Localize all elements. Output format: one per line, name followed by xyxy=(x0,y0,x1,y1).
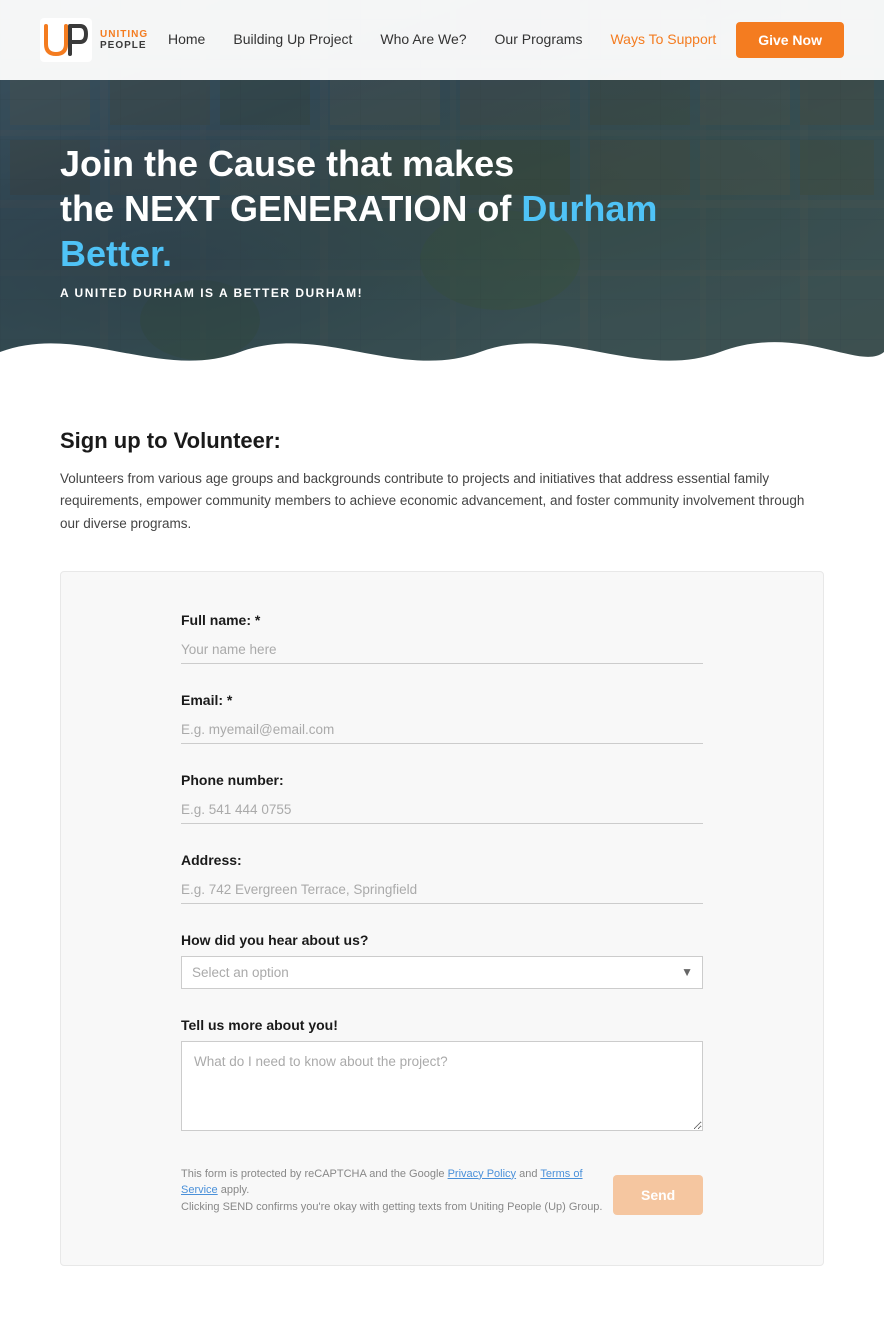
nav-links: Home Building Up Project Who Are We? Our… xyxy=(168,31,716,49)
email-label: Email: * xyxy=(181,692,703,708)
section-title: Sign up to Volunteer: xyxy=(60,428,824,454)
hear-select-wrapper: Select an option Social Media Friend/Fam… xyxy=(181,956,703,989)
logo-bottom-text: PEOPLE xyxy=(100,40,148,51)
form-footer: This form is protected by reCAPTCHA and … xyxy=(181,1166,703,1216)
address-input[interactable] xyxy=(181,876,703,904)
recaptcha-info: This form is protected by reCAPTCHA and … xyxy=(181,1166,613,1216)
nav-ways[interactable]: Ways To Support xyxy=(610,31,716,47)
nav-home[interactable]: Home xyxy=(168,31,205,47)
fullname-input[interactable] xyxy=(181,636,703,664)
email-group: Email: * xyxy=(181,692,703,744)
main-content: Sign up to Volunteer: Volunteers from va… xyxy=(0,380,884,1326)
fullname-label: Full name: * xyxy=(181,612,703,628)
tellmore-group: Tell us more about you! xyxy=(181,1017,703,1136)
nav-building[interactable]: Building Up Project xyxy=(233,31,352,47)
give-now-button[interactable]: Give Now xyxy=(736,22,844,58)
phone-label: Phone number: xyxy=(181,772,703,788)
logo[interactable]: UNITING PEOPLE xyxy=(40,18,148,62)
hero-content: Join the Cause that makes the NEXT GENER… xyxy=(60,141,660,300)
phone-group: Phone number: xyxy=(181,772,703,824)
fullname-group: Full name: * xyxy=(181,612,703,664)
nav-who[interactable]: Who Are We? xyxy=(380,31,466,47)
address-group: Address: xyxy=(181,852,703,904)
privacy-policy-link[interactable]: Privacy Policy xyxy=(448,1168,516,1180)
navigation: UNITING PEOPLE Home Building Up Project … xyxy=(0,0,884,80)
hero-subtitle: A United Durham is a Better Durham! xyxy=(60,286,660,300)
phone-input[interactable] xyxy=(181,796,703,824)
hear-select[interactable]: Select an option Social Media Friend/Fam… xyxy=(181,956,703,989)
address-label: Address: xyxy=(181,852,703,868)
tellmore-textarea[interactable] xyxy=(181,1041,703,1131)
hear-group: How did you hear about us? Select an opt… xyxy=(181,932,703,989)
send-button[interactable]: Send xyxy=(613,1175,703,1215)
logo-top-text: UNITING xyxy=(100,29,148,40)
hear-label: How did you hear about us? xyxy=(181,932,703,948)
section-description: Volunteers from various age groups and b… xyxy=(60,468,824,535)
volunteer-form-card: Full name: * Email: * Phone number: Addr… xyxy=(60,571,824,1267)
email-input[interactable] xyxy=(181,716,703,744)
logo-icon xyxy=(40,18,92,62)
wave-divider xyxy=(0,322,884,380)
tellmore-label: Tell us more about you! xyxy=(181,1017,703,1033)
nav-programs[interactable]: Our Programs xyxy=(495,31,583,47)
hero-title: Join the Cause that makes the NEXT GENER… xyxy=(60,141,660,276)
